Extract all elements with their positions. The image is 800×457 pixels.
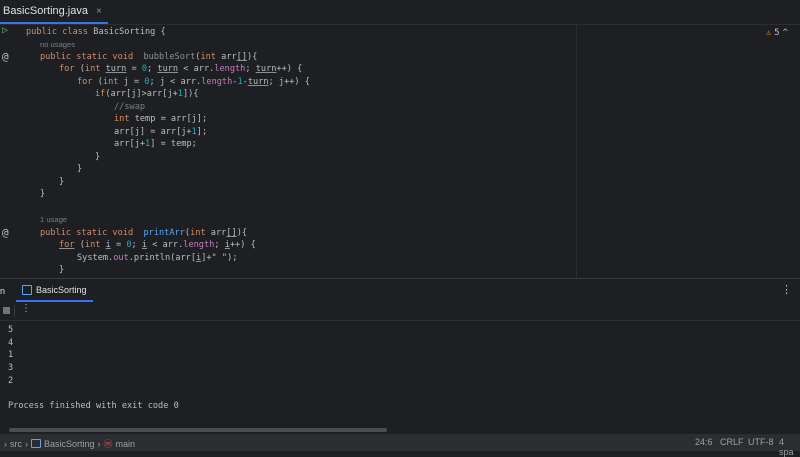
breadcrumb-method[interactable]: main — [116, 439, 136, 449]
code-line: for (int turn = 0; turn < arr.length; tu… — [59, 64, 303, 74]
right-margin-guide — [576, 25, 577, 278]
run-tool-window-header: n BasicSorting ⋮ — [0, 278, 800, 302]
run-config-icon — [22, 284, 32, 295]
line-separator[interactable]: CRLF — [720, 437, 744, 447]
run-label-fragment: n — [0, 285, 6, 296]
override-icon[interactable]: @ — [2, 226, 9, 239]
code-line: //swap — [114, 102, 146, 112]
usage-hint[interactable]: 1 usage — [40, 215, 67, 224]
code-line: arr[j] = arr[j+1]; — [114, 127, 208, 137]
chevron-right-icon: › — [25, 438, 28, 449]
console-output[interactable]: 5 4 1 3 2 Process finished with exit cod… — [0, 321, 800, 433]
editor-tab-bar: BasicSorting.java × — [0, 0, 800, 25]
run-tab-basicsorting[interactable]: BasicSorting — [16, 279, 93, 302]
more-options-icon[interactable]: ⋮ — [781, 283, 792, 296]
code-line: int temp = arr[j]; — [114, 114, 208, 124]
breadcrumb: › src › BasicSorting › ⓜ main — [4, 437, 135, 450]
editor-tab-basicsorting[interactable]: BasicSorting.java × — [0, 0, 108, 24]
code-line: for (int j = 0; j < arr.length-1-turn; j… — [77, 77, 310, 87]
code-line: System.out.println(arr[i]+" "); — [77, 253, 238, 263]
code-line: } — [40, 189, 46, 199]
inspection-widget[interactable]: ⚠ 5 ^ — [766, 28, 788, 38]
status-bar: › src › BasicSorting › ⓜ main 24:6 CRLF … — [0, 433, 800, 457]
console-line: 3 — [8, 363, 14, 373]
chevron-up-icon[interactable]: ^ — [783, 28, 788, 38]
close-icon[interactable]: × — [96, 6, 102, 17]
chevron-right-icon: › — [97, 438, 101, 449]
console-exit-message: Process finished with exit code 0 — [8, 401, 179, 411]
run-icon[interactable]: ▷ — [2, 25, 8, 36]
file-encoding[interactable]: UTF-8 — [748, 437, 774, 447]
code-line: if(arr[j]>arr[j+1]){ — [95, 89, 199, 99]
editor-tab-label: BasicSorting.java — [3, 5, 88, 17]
code-line: } — [95, 152, 101, 162]
console-line: 5 — [8, 325, 14, 335]
gutter: ▷ @ @ — [0, 25, 18, 278]
warning-icon: ⚠ — [765, 28, 772, 38]
horizontal-scrollbar[interactable] — [9, 428, 387, 432]
breadcrumb-class[interactable]: BasicSorting — [44, 439, 95, 449]
stop-icon[interactable] — [3, 307, 10, 314]
chevron-right-icon: › — [4, 438, 7, 449]
code-editor[interactable]: ▷ @ @ public class BasicSorting { no usa… — [0, 25, 800, 278]
console-line: 2 — [8, 376, 14, 386]
usage-hint[interactable]: no usages — [40, 40, 75, 49]
indent-setting[interactable]: 4 spa — [779, 437, 800, 457]
code-line: arr[j+1] = temp; — [114, 139, 197, 149]
code-line: } — [77, 164, 83, 174]
method-icon: ⓜ — [103, 439, 113, 449]
class-icon — [31, 439, 41, 448]
console-line: 4 — [8, 338, 14, 348]
override-icon[interactable]: @ — [2, 50, 9, 63]
console-line: 1 — [8, 350, 14, 360]
code-line: public static void bubbleSort(int arr[])… — [40, 52, 258, 62]
run-tab-label: BasicSorting — [36, 284, 87, 295]
code-line: public class BasicSorting { — [26, 27, 166, 37]
code-line: for (int i = 0; i < arr.length; i++) { — [59, 240, 256, 250]
code-line: public static void printArr(int arr[]){ — [40, 228, 248, 238]
code-line: } — [59, 265, 65, 275]
caret-position[interactable]: 24:6 — [695, 437, 713, 447]
code-line: } — [59, 177, 65, 187]
warning-count: 5 — [774, 28, 780, 38]
toolbar-divider — [14, 305, 15, 317]
breadcrumb-src[interactable]: src — [10, 439, 22, 449]
more-actions-icon[interactable]: ⋮ — [21, 303, 31, 314]
run-toolbar: ⋮ — [0, 302, 800, 321]
